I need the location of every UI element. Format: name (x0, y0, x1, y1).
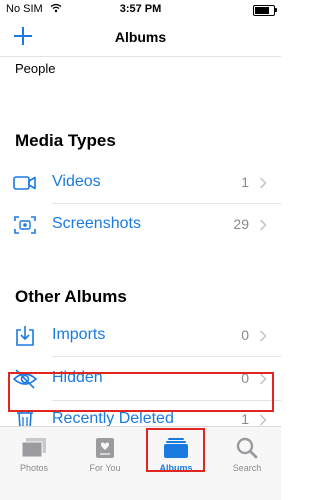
media-types-heading: Media Types (15, 131, 116, 150)
screenshot-icon (13, 214, 37, 236)
chevron-right-icon (259, 176, 267, 189)
other-albums-heading: Other Albums (15, 287, 127, 306)
tab-search[interactable]: Search (219, 427, 275, 475)
search-icon (233, 437, 261, 459)
album-count: 1 (241, 411, 249, 427)
album-row-imports[interactable]: Imports 0 (0, 315, 281, 357)
tab-photos[interactable]: Photos (6, 427, 62, 475)
albums-tab-highlight (146, 428, 205, 472)
album-count: 1 (241, 174, 249, 190)
status-time: 3:57 PM (119, 3, 162, 15)
tab-for-you[interactable]: For You (77, 427, 133, 475)
for-you-icon (91, 437, 119, 459)
album-label: Screenshots (52, 215, 141, 232)
video-camera-icon (13, 172, 37, 194)
album-row-videos[interactable]: Videos 1 (0, 162, 281, 204)
tab-bar: Photos For You Albums Search (0, 426, 281, 500)
album-label: Imports (52, 326, 106, 343)
tab-label: Photos (19, 463, 49, 473)
battery-icon (253, 5, 277, 16)
page-title: Albums (114, 29, 167, 45)
album-row-screenshots[interactable]: Screenshots 29 (0, 204, 281, 246)
chevron-right-icon (259, 329, 267, 342)
tab-label: For You (89, 463, 121, 473)
status-bar: No SIM 3:57 PM (0, 0, 281, 20)
tab-label: Search (232, 463, 262, 473)
chevron-right-icon (259, 413, 267, 426)
album-label: Videos (52, 173, 101, 190)
navigation-bar: Albums (0, 20, 281, 57)
album-count: 0 (241, 327, 249, 343)
photos-icon (20, 437, 48, 459)
album-count: 29 (233, 216, 249, 232)
albums-list[interactable]: People Media Types Videos 1 Screenshots … (0, 56, 281, 430)
recently-deleted-highlight (8, 372, 274, 412)
row-divider (52, 356, 281, 357)
people-album-label[interactable]: People (15, 61, 55, 76)
chevron-right-icon (259, 218, 267, 231)
import-icon (13, 325, 37, 347)
